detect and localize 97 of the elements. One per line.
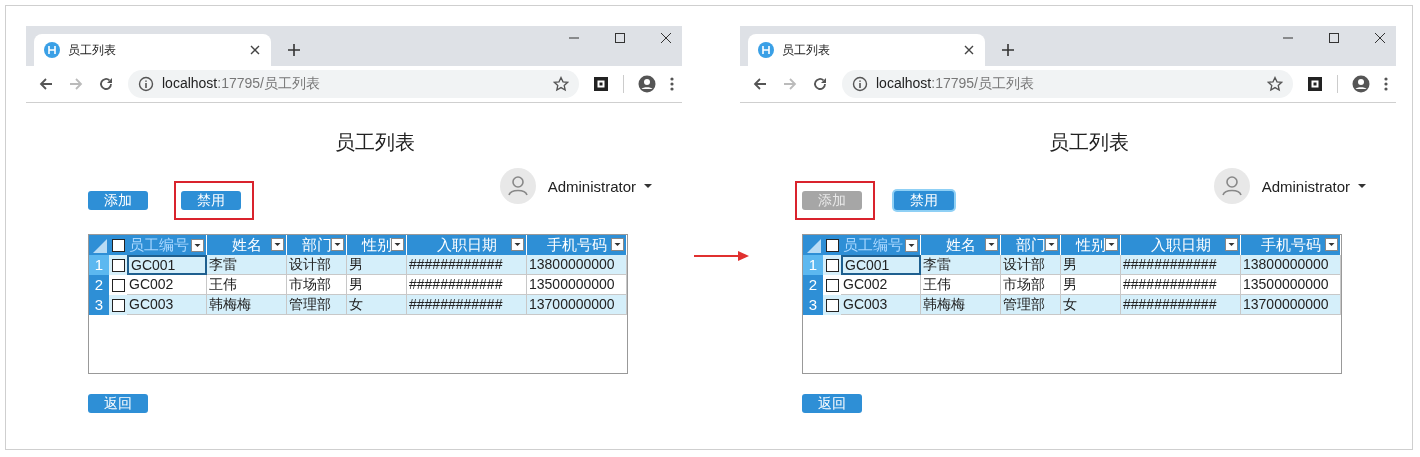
column-label: 部门 (1015, 235, 1046, 255)
user-name[interactable]: Administrator (1261, 177, 1350, 195)
dropdown-icon[interactable] (511, 238, 524, 251)
dropdown-icon[interactable] (905, 238, 918, 252)
column-label: 部门 (301, 235, 332, 255)
maximize-icon[interactable] (1328, 32, 1340, 44)
column-label: 入职日期 (1150, 235, 1211, 255)
close-icon[interactable] (1374, 32, 1386, 44)
address-bar[interactable]: localhost:17795/员工列表 (842, 70, 1293, 98)
avatar-icon (1213, 168, 1250, 204)
table-cell[interactable]: 李雷 (921, 255, 1001, 275)
dropdown-icon[interactable] (1325, 238, 1338, 251)
maximize-icon[interactable] (614, 32, 626, 44)
checkbox[interactable] (825, 238, 839, 252)
logo-icon (44, 42, 60, 58)
checkbox[interactable] (825, 298, 839, 312)
menu-icon[interactable] (670, 76, 674, 92)
table-cell[interactable]: 管理部 (1001, 295, 1061, 315)
account-icon[interactable] (1352, 75, 1370, 93)
menu-icon[interactable] (1384, 76, 1388, 92)
dropdown-icon[interactable] (331, 238, 344, 251)
close-icon[interactable] (963, 44, 975, 56)
column-label: 入职日期 (436, 235, 497, 255)
checkbox[interactable] (825, 278, 839, 292)
table-cell[interactable]: 设计部 (287, 255, 347, 275)
table-cell[interactable]: 13700000000 (527, 295, 627, 315)
url-text: localhost:17795/员工列表 (162, 75, 321, 93)
table-cell[interactable]: GC001 (841, 255, 921, 275)
plus-icon[interactable] (1001, 43, 1015, 57)
close-icon[interactable] (249, 44, 261, 56)
page-title: 员工列表 (334, 130, 416, 155)
tab-title: 员工列表 (68, 41, 117, 59)
table-cell[interactable]: 13800000000 (1241, 255, 1341, 275)
plus-icon[interactable] (287, 43, 301, 57)
dropdown-icon[interactable] (611, 238, 624, 251)
reload-icon[interactable] (98, 76, 114, 92)
account-icon[interactable] (638, 75, 656, 93)
table-cell[interactable]: ############ (407, 295, 527, 315)
info-icon (138, 76, 154, 92)
column-label: 姓名 (231, 235, 262, 255)
checkbox[interactable] (111, 298, 125, 312)
caret-icon[interactable] (1358, 184, 1366, 188)
close-icon[interactable] (660, 32, 672, 44)
tab-title: 员工列表 (782, 41, 831, 59)
back-icon[interactable] (752, 76, 768, 92)
table-cell[interactable]: GC001 (127, 255, 207, 275)
caret-icon[interactable] (644, 184, 652, 188)
dropdown-icon[interactable] (1105, 238, 1118, 251)
table-cell[interactable]: 韩梅梅 (921, 295, 1001, 315)
column-label: 员工编号 (843, 235, 903, 255)
checkbox[interactable] (111, 258, 125, 272)
column-label: 性别 (1075, 235, 1106, 255)
table-cell[interactable]: 13800000000 (527, 255, 627, 275)
table-cell[interactable]: 男 (347, 255, 407, 275)
column-label: 员工编号 (129, 235, 189, 255)
column-label: 姓名 (945, 235, 976, 255)
user-name[interactable]: Administrator (547, 177, 636, 195)
browser-tab[interactable]: 员工列表 (748, 34, 985, 66)
column-label: 手机号码 (546, 235, 607, 255)
avatar-icon (499, 168, 536, 204)
table-cell[interactable]: 设计部 (1001, 255, 1061, 275)
address-bar[interactable]: localhost:17795/员工列表 (128, 70, 579, 98)
column-label: 性别 (361, 235, 392, 255)
table-cell[interactable]: 女 (1061, 295, 1121, 315)
checkbox[interactable] (111, 278, 125, 292)
dropdown-icon[interactable] (1225, 238, 1238, 251)
table-cell[interactable]: 韩梅梅 (207, 295, 287, 315)
info-icon (852, 76, 868, 92)
browser-tab[interactable]: 员工列表 (34, 34, 271, 66)
checkbox[interactable] (111, 238, 125, 252)
extension-icon[interactable] (593, 76, 609, 92)
extension-icon[interactable] (1307, 76, 1323, 92)
table-cell[interactable]: ############ (407, 255, 527, 275)
table-cell[interactable]: 管理部 (287, 295, 347, 315)
logo-icon (758, 42, 774, 58)
checkbox[interactable] (825, 258, 839, 272)
column-label: 手机号码 (1260, 235, 1321, 255)
reload-icon[interactable] (812, 76, 828, 92)
table-cell[interactable]: ############ (1121, 255, 1241, 275)
table-cell[interactable]: 李雷 (207, 255, 287, 275)
url-text: localhost:17795/员工列表 (876, 75, 1035, 93)
arrow-icon (694, 250, 750, 262)
star-icon[interactable] (553, 76, 569, 92)
table-cell[interactable]: GC003 (127, 295, 207, 315)
dropdown-icon[interactable] (271, 238, 284, 251)
back-icon[interactable] (38, 76, 54, 92)
dropdown-icon[interactable] (985, 238, 998, 251)
table-cell[interactable]: GC003 (841, 295, 921, 315)
table-cell[interactable]: 男 (1061, 255, 1121, 275)
star-icon[interactable] (1267, 76, 1283, 92)
dropdown-icon[interactable] (391, 238, 404, 251)
dropdown-icon[interactable] (1045, 238, 1058, 251)
table-cell[interactable]: ############ (1121, 295, 1241, 315)
dropdown-icon[interactable] (191, 238, 204, 252)
table-cell[interactable]: 13700000000 (1241, 295, 1341, 315)
page-title: 员工列表 (1048, 130, 1130, 155)
table-cell[interactable]: 女 (347, 295, 407, 315)
